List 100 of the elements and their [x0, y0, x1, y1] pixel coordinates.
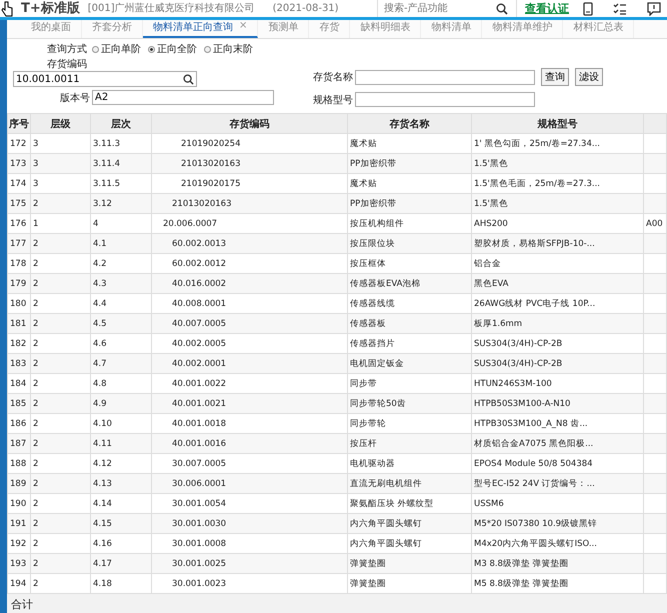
table-cell: 传感器挡片 [350, 338, 395, 348]
table-cell: 2 [33, 338, 38, 348]
table-cell: 4.10 [93, 418, 112, 428]
table-cell: 194 [10, 578, 26, 588]
table-cell: 2 [33, 458, 38, 468]
table-cell: 黑色EVA [474, 278, 508, 288]
code-field[interactable]: 10.001.0011 [13, 71, 197, 87]
column-header[interactable]: 存货编码 [152, 114, 348, 134]
table-cell: 内六角平圆头螺钉 [350, 518, 422, 528]
query-button[interactable]: 滤设 [575, 68, 603, 86]
table-cell: 60.002.0012 [172, 258, 226, 268]
column-header[interactable]: 层级 [30, 114, 90, 134]
table-cell: 按压限位块 [350, 238, 395, 248]
version-field[interactable]: A2 [92, 90, 274, 105]
table-cell: 4.2 [93, 258, 107, 268]
table-cell: 40.008.0001 [172, 298, 226, 308]
search-icon [496, 2, 508, 14]
table-cell: 1.5'黑色 [474, 198, 508, 208]
column-header[interactable]: 存货名称 [348, 114, 472, 134]
table-cell: 传感器板 [350, 318, 386, 328]
company-name: [001]广州蓝仕威克医疗科技有限公司 [88, 2, 255, 16]
table-cell: 26AWG线材 PVC电子线 10P... [474, 298, 596, 308]
table-cell: 60.002.0013 [172, 238, 226, 248]
query-button[interactable]: 查询 [541, 68, 569, 86]
search-icon[interactable] [183, 74, 194, 85]
table-cell: 2 [33, 258, 38, 268]
table-cell: 3.11.4 [93, 158, 120, 168]
table-cell: 聚氨酯压块 外螺纹型 [350, 498, 434, 508]
table-cell: 4.7 [93, 358, 107, 368]
message-icon[interactable] [647, 2, 661, 16]
name-field[interactable] [355, 70, 535, 84]
table-cell: 4.5 [93, 318, 107, 328]
table-cell: 1.5'黑色毛面，25m/卷=27.3... [474, 178, 600, 188]
table-cell: 板厚1.6mm [474, 318, 522, 328]
table-cell: 按压框体 [350, 258, 386, 268]
table-cell: 3.11.5 [93, 178, 120, 188]
table-cell: 181 [10, 318, 26, 328]
tab[interactable]: 物料清单正向查询 × [143, 20, 258, 38]
radio-option[interactable]: 正向全阶 [148, 42, 197, 56]
table-cell: 180 [10, 298, 26, 308]
table-cell: 184 [10, 378, 26, 388]
table-cell: 2 [33, 198, 38, 208]
table-cell: 173 [10, 158, 26, 168]
table-cell: 4.15 [93, 518, 112, 528]
table-cell: 3 [33, 138, 38, 148]
table-cell: 175 [10, 198, 26, 208]
table-cell: 4.1 [93, 238, 107, 248]
table-cell: 4.14 [93, 498, 112, 508]
table-cell: 191 [10, 518, 26, 528]
table-cell: 铝合金 [474, 258, 501, 268]
table-cell: 185 [10, 398, 26, 408]
table-cell: 传感器板EVA泡棉 [350, 278, 420, 288]
certification-link[interactable]: 查看认证 [525, 1, 569, 16]
table-cell: 同步带轮 [350, 418, 386, 428]
column-header[interactable]: 规格型号 [472, 114, 644, 134]
column-header[interactable]: 层次 [90, 114, 152, 134]
table-cell: 1 [33, 218, 38, 228]
radio-option[interactable]: 正向单阶 [92, 42, 141, 56]
table-cell: 同步带 [350, 378, 377, 388]
table-cell: 21019020175 [181, 178, 240, 188]
table-cell: SUS304(3/4H)-CP-2B [474, 338, 562, 348]
table-cell: 传感器线缆 [350, 298, 395, 308]
total-label: 合计 [11, 598, 33, 611]
table-cell: HTPB30S3M100_A_N8 齿... [474, 418, 588, 428]
logo: T+标准版 [21, 1, 80, 16]
table-cell: HTUN246S3M-100 [474, 378, 552, 388]
table-cell: 2 [33, 518, 38, 528]
table-cell: 魔术贴 [350, 138, 377, 148]
table-cell: SUS304(3/4H)-CP-2B [474, 358, 562, 368]
table-cell: 2 [33, 478, 38, 488]
table-cell: 2 [33, 438, 38, 448]
tab[interactable]: 存货 [309, 20, 350, 38]
table-cell: 40.002.0005 [172, 338, 226, 348]
table-cell: 按压杆 [350, 438, 377, 448]
table-cell: 187 [10, 438, 26, 448]
table-cell: 40.002.0001 [172, 358, 226, 368]
table-cell: 30.001.0008 [172, 538, 226, 548]
spec-field[interactable] [355, 92, 535, 107]
tab[interactable]: 物料清单维护 [482, 20, 564, 38]
radio-option[interactable]: 正向末阶 [204, 42, 253, 56]
table-cell: 182 [10, 338, 26, 348]
table-cell: 177 [10, 238, 26, 248]
column-header[interactable]: 序号 [8, 114, 30, 134]
tab[interactable]: 物料清单 [421, 20, 482, 38]
phone-icon[interactable] [583, 2, 593, 16]
table-cell: 同步带轮50齿 [350, 398, 406, 408]
table-cell: 40.007.0005 [172, 318, 226, 328]
table-cell: HTPB50S3M100-A-N10 [474, 398, 570, 408]
table-cell: 3 [33, 178, 38, 188]
table-cell: 直流无刷电机组件 [350, 478, 422, 488]
table-cell: PP加密织带 [350, 158, 396, 168]
table-cell: 3.12 [93, 198, 112, 208]
table-cell: M5*20 IS07380 10.9级镀黑锌 [474, 518, 598, 528]
checklist-icon[interactable] [613, 2, 627, 16]
table-cell: 21013020163 [172, 198, 232, 208]
table-cell: 40.016.0002 [172, 278, 226, 288]
spec-label: 规格型号 [313, 94, 353, 106]
table-cell: 4.11 [93, 438, 112, 448]
table-cell: 4.17 [93, 558, 112, 568]
table-cell: 2 [33, 578, 38, 588]
